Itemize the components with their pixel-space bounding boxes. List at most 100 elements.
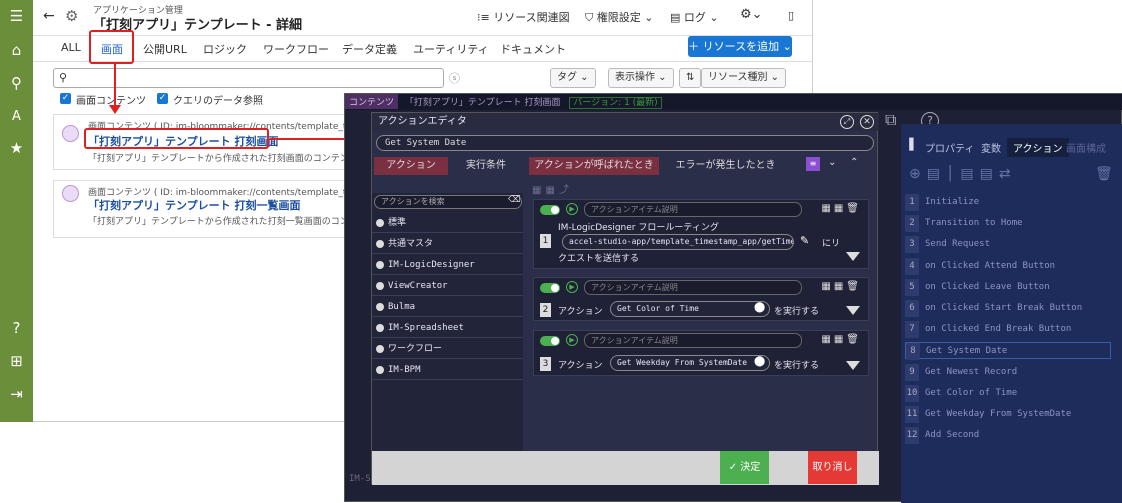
tab-condition[interactable]: 実行条件 [452,157,520,175]
action-list-item[interactable]: 7 on Clicked End Break Button [905,321,1111,339]
tab-utility[interactable]: ユーティリティ [413,41,489,57]
tab-variables[interactable]: 変数 [981,140,1001,155]
action-item[interactable]: ▶ アクションアイテム説明 ▦▦🗑 1 IM-LogicDesigner フロー… [533,199,869,269]
tab-all[interactable]: ALL [61,41,81,54]
enable-toggle[interactable] [540,283,560,293]
category-item[interactable]: ワークフロー [372,339,523,359]
tab-on-error[interactable]: エラーが発生したとき [668,157,783,175]
menu-icon[interactable]: ☰ [8,8,25,25]
action-select[interactable]: Get Color of Time [610,301,770,317]
search-icon[interactable]: ⚲ [8,75,25,92]
action-list-item[interactable]: 1 Initialize [905,194,1111,211]
collapse-up-icon[interactable]: ⌃ [850,157,858,168]
home-icon[interactable]: ⌂ [8,42,25,59]
external-open-icon[interactable]: ⧉ [885,110,896,130]
checkbox-screen-contents[interactable]: ✓ [60,93,71,104]
category-item[interactable]: IM-Spreadsheet [372,318,523,338]
back-arrow-icon[interactable]: ← [43,8,55,24]
dropdown-icon[interactable]: ⬤ [754,356,765,367]
action-list-item[interactable]: 10 Get Color of Time [905,384,1111,402]
action-list-item[interactable]: 3 Send Request [905,236,1111,254]
action-name-input[interactable]: Get System Date [376,135,874,151]
font-icon[interactable]: A [8,108,25,125]
action-list-item[interactable]: 6 on Clicked Start Break Button [905,300,1111,317]
action-list-item[interactable]: 11 Get Weekday From SystemDate [905,406,1111,423]
add-resource-button[interactable]: ＋ リソースを追加 ⌄ [688,36,792,57]
category-item[interactable]: IM-LogicDesigner [372,255,523,275]
category-item[interactable]: ViewCreator [372,276,523,296]
tab-action[interactable]: アクション [374,157,448,175]
action-list-item[interactable]: 8 Get System Date [905,342,1111,361]
item-description-input[interactable]: アクションアイテム説明 [584,202,802,217]
action-categories: アクションを検索 ⌫ 標準 共通マスタ IM-LogicDesigner ViewCr… [372,193,523,455]
confirm-button[interactable]: ✓ 決定 [720,451,769,484]
chevron-down-icon[interactable] [846,306,860,315]
tab-document[interactable]: ドキュメント [500,41,566,57]
trash-icon[interactable]: 🗑 [1095,166,1113,182]
category-item[interactable]: 共通マスタ [372,234,523,254]
chevron-down-icon[interactable] [846,361,860,370]
sort-button[interactable]: ⇅ [679,68,702,88]
item-tools-icons[interactable]: ▦▦🗑 [821,334,862,345]
panel-toolbar-icons[interactable]: ⊕▤│▤▤⇄ [909,166,1017,182]
action-list-item[interactable]: 9 Get Newest Record [905,363,1111,381]
sitemap-icon[interactable]: ⊞ [8,353,25,370]
dropdown-icon[interactable]: ⬤ [754,302,765,313]
display-operation-dropdown[interactable]: 表示操作 ⌄ [608,68,674,88]
category-item[interactable]: Bulma [372,297,523,317]
resource-type-dropdown[interactable]: リソース種別 ⌄ [701,68,787,88]
log-button[interactable]: ▤ ログ ⌄ [670,9,719,25]
tab-data-definition[interactable]: データ定義 [342,41,397,57]
cancel-button[interactable]: 取り消し [808,451,857,484]
run-icon[interactable]: ▶ [566,203,578,215]
category-item[interactable]: 標準 [372,213,523,233]
edit-pencil-icon[interactable]: ✎ [800,234,809,247]
tab-logic[interactable]: ロジック [203,41,247,57]
help-bubble-icon[interactable]: ⓢ [449,70,460,86]
flow-select[interactable]: accel-studio-app/template_timestamp_app/… [562,234,794,250]
search-input[interactable]: ⚲ [53,68,444,88]
item-tools-icons[interactable]: ▦▦🗑 [821,203,862,214]
action-item[interactable]: ▶ アクションアイテム説明 ▦▦🗑 2 アクション Get Color of T… [533,277,869,321]
settings-icon[interactable]: ⚙⌄ [740,7,763,22]
item-description-input[interactable]: アクションアイテム説明 [584,280,802,295]
expand-icon[interactable]: ⤢ [840,115,854,129]
resource-diagram-button[interactable]: ⁝≡ リソース関連図 [477,9,570,25]
item-toolbar-icons[interactable]: ▦▦⤴ [532,181,573,196]
tab-actions[interactable]: アクション [1007,138,1069,157]
action-list-item[interactable]: 4 on Clicked Attend Button [905,257,1111,275]
run-icon[interactable]: ▶ [566,334,578,346]
card-title[interactable]: 「打刻アプリ」テンプレート 打刻一覧画面 [88,197,301,213]
help-icon[interactable]: ? [8,320,25,337]
collapse-down-icon[interactable]: ⌄ [828,157,836,168]
action-list-item[interactable]: 12 Add Second [905,427,1111,445]
action-select[interactable]: Get Weekday From SystemDate [610,355,770,371]
run-icon[interactable]: ▶ [566,281,578,293]
tab-properties[interactable]: プロパティ [925,140,974,155]
tag-filter[interactable]: タグ ⌄ [550,68,596,88]
tab-public-url[interactable]: 公開URL [143,41,187,57]
tab-screen-structure[interactable]: 画面構成 [1066,140,1106,155]
enable-toggle[interactable] [540,336,560,346]
tab-on-called[interactable]: アクションが呼ばれたとき [529,157,659,175]
action-list-item[interactable]: 2 Transition to Home [905,215,1111,233]
item-description-input[interactable]: アクションアイテム説明 [584,333,802,348]
chevron-down-icon[interactable] [846,252,860,261]
action-list-item[interactable]: 5 on Clicked Leave Button [905,278,1111,296]
eraser-icon[interactable]: ⌫ [508,195,521,205]
close-icon[interactable]: ✕ [860,115,874,129]
panel-toggle-icon[interactable]: ▯ [788,9,794,22]
action-search-input[interactable]: アクションを検索 [374,195,522,209]
checkbox-query-reference[interactable]: ✓ [157,93,168,104]
star-icon[interactable]: ★ [8,140,25,157]
permission-button[interactable]: ⛉ 権限設定 ⌄ [585,9,653,25]
note-icon[interactable]: ≡ [806,157,820,171]
item-tools-icons[interactable]: ▦▦🗑 [821,281,862,292]
logout-icon[interactable]: ⇥ [8,386,25,403]
action-item[interactable]: ▶ アクションアイテム説明 ▦▦🗑 3 アクション Get Weekday Fr… [533,330,869,376]
category-item[interactable]: IM-BPM [372,360,523,380]
tab-workflow[interactable]: ワークフロー [263,41,329,57]
app-sidebar: ☰ ⌂ ⚲ A ★ ? ⊞ ⇥ [0,0,33,422]
enable-toggle[interactable] [540,205,560,215]
panel-collapse-icon[interactable]: ▐ [905,138,913,151]
